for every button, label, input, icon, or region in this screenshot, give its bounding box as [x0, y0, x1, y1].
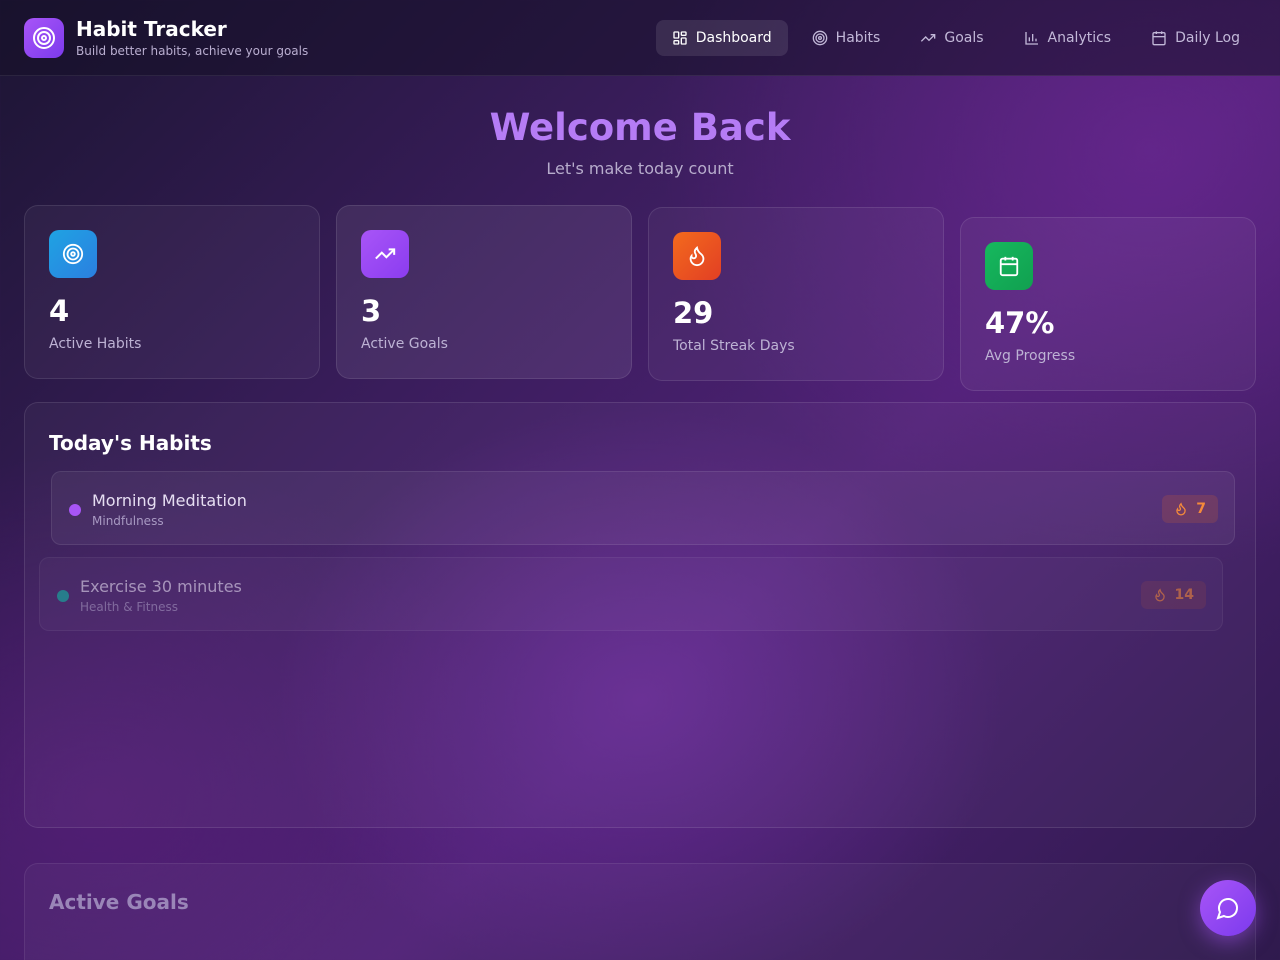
flame-icon: [1176, 502, 1186, 516]
panel-title: Active Goals: [49, 890, 189, 914]
stat-icon-tile: [49, 230, 97, 278]
stat-icon-tile: [985, 242, 1033, 290]
stat-label: Active Habits: [49, 336, 142, 352]
nav-goals[interactable]: Goals: [904, 20, 999, 56]
nav-daily-log-label: Daily Log: [1175, 30, 1240, 46]
habit-category: Mindfulness: [92, 514, 164, 528]
streak-badge: 14: [1140, 581, 1206, 609]
stat-icon-tile: [673, 232, 721, 280]
stat-value: 3: [361, 294, 382, 328]
trending-up-icon: [375, 248, 396, 260]
stat-card-active-goals: 3 Active Goals: [336, 205, 632, 379]
welcome-subtitle: Let's make today count: [546, 159, 734, 178]
stat-card-active-habits: 4 Active Habits: [24, 205, 320, 379]
target-icon: [33, 27, 55, 49]
app-logo[interactable]: [24, 18, 64, 58]
top-navbar: Habit Tracker Build better habits, achie…: [0, 0, 1280, 76]
target-icon: [812, 30, 828, 46]
chat-bubble-icon: [1216, 898, 1238, 920]
nav-habits[interactable]: Habits: [796, 20, 897, 56]
welcome-title: Welcome Back: [489, 106, 791, 149]
nav-dashboard-label: Dashboard: [695, 30, 772, 46]
app-subtitle: Build better habits, achieve your goals: [76, 44, 309, 58]
panel-title: Today's Habits: [49, 431, 212, 455]
flame-icon: [689, 246, 705, 267]
chat-button[interactable]: [1200, 880, 1256, 936]
nav-analytics-label: Analytics: [1047, 30, 1112, 46]
todays-habits-panel: Today's Habits Morning Meditation Mindfu…: [24, 402, 1256, 828]
habit-name: Exercise 30 minutes: [80, 577, 242, 596]
stat-label: Total Streak Days: [673, 338, 795, 354]
nav-daily-log[interactable]: Daily Log: [1135, 20, 1256, 56]
target-icon: [62, 243, 84, 265]
streak-count: 7: [1196, 501, 1206, 517]
streak-badge: 7: [1162, 495, 1218, 523]
habit-row[interactable]: Morning Meditation Mindfulness 7: [51, 471, 1235, 545]
trending-up-icon: [921, 34, 936, 42]
stat-icon-tile: [361, 230, 409, 278]
habit-category: Health & Fitness: [80, 600, 178, 614]
streak-count: 14: [1174, 587, 1194, 603]
calendar-icon: [1152, 31, 1166, 46]
nav-analytics[interactable]: Analytics: [1008, 20, 1128, 56]
habit-name: Morning Meditation: [92, 491, 247, 510]
nav-goals-label: Goals: [944, 30, 984, 46]
stat-value: 47%: [985, 306, 1055, 340]
nav-dashboard[interactable]: Dashboard: [655, 20, 788, 56]
stat-card-avg-progress: 47% Avg Progress: [960, 217, 1256, 391]
habit-color-dot: [69, 504, 81, 516]
stat-value: 4: [49, 294, 70, 328]
bar-chart-icon: [1024, 32, 1038, 45]
stat-value: 29: [673, 296, 714, 330]
app-title: Habit Tracker: [76, 17, 227, 41]
active-goals-panel: Active Goals: [24, 863, 1256, 960]
calendar-icon: [999, 256, 1019, 277]
nav-habits-label: Habits: [835, 30, 881, 46]
habit-row[interactable]: Exercise 30 minutes Health & Fitness 14: [39, 557, 1223, 631]
stat-card-streak-days: 29 Total Streak Days: [648, 207, 944, 381]
grid-icon: [673, 31, 687, 45]
main-nav: Dashboard Habits Goals Analytics Daily L…: [655, 20, 1256, 56]
stat-label: Avg Progress: [985, 348, 1076, 364]
habit-color-dot: [57, 590, 69, 602]
stat-label: Active Goals: [361, 336, 448, 352]
flame-icon: [1154, 588, 1165, 602]
